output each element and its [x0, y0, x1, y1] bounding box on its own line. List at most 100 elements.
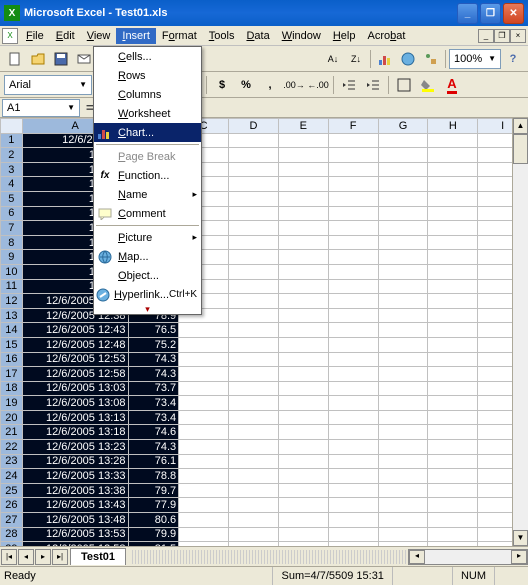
cell[interactable]: 12/6/2005 13:33	[22, 469, 128, 484]
cell[interactable]: 12/6/2005 13:38	[22, 483, 128, 498]
cell[interactable]	[428, 206, 478, 221]
cell[interactable]	[278, 279, 328, 294]
menu-format[interactable]: Format	[156, 28, 203, 44]
col-header-F[interactable]: F	[328, 119, 378, 134]
worksheet-grid[interactable]: ABCDEFGHI112/6/2005 11212/6/20312/6/2041…	[0, 118, 528, 546]
name-box[interactable]: A1▼	[2, 99, 80, 117]
cell[interactable]	[229, 148, 279, 163]
menu-file[interactable]: File	[20, 28, 50, 44]
cell[interactable]	[179, 381, 229, 396]
map-button[interactable]	[397, 48, 419, 70]
row-header[interactable]: 15	[1, 337, 23, 352]
cell[interactable]	[278, 396, 328, 411]
row-header[interactable]: 3	[1, 162, 23, 177]
minimize-button[interactable]: _	[457, 3, 478, 24]
last-sheet-button[interactable]: ▸|	[52, 549, 68, 565]
menu-acrobat[interactable]: Acrobat	[361, 28, 411, 44]
cell[interactable]	[328, 381, 378, 396]
row-header[interactable]: 9	[1, 250, 23, 265]
cell[interactable]	[229, 410, 279, 425]
menu-item-comment[interactable]: Comment	[94, 204, 201, 223]
cell[interactable]	[328, 542, 378, 546]
col-header-G[interactable]: G	[378, 119, 428, 134]
menu-item-worksheet[interactable]: Worksheet	[94, 104, 201, 123]
doc-restore-button[interactable]: ❐	[494, 29, 510, 43]
cell[interactable]	[328, 221, 378, 236]
cell[interactable]	[428, 440, 478, 455]
cell[interactable]	[229, 279, 279, 294]
cell[interactable]	[428, 527, 478, 542]
col-header-E[interactable]: E	[278, 119, 328, 134]
cell[interactable]: 77.9	[128, 498, 179, 513]
cell[interactable]	[229, 133, 279, 148]
cell[interactable]	[179, 367, 229, 382]
menu-tools[interactable]: Tools	[203, 28, 241, 44]
row-header[interactable]: 2	[1, 148, 23, 163]
cell[interactable]	[378, 221, 428, 236]
cell[interactable]	[229, 367, 279, 382]
cell[interactable]	[328, 352, 378, 367]
cell[interactable]	[229, 498, 279, 513]
doc-close-button[interactable]: ×	[510, 29, 526, 43]
cell[interactable]	[328, 425, 378, 440]
scroll-down-button[interactable]: ▼	[513, 530, 528, 546]
comma-button[interactable]: ,	[259, 74, 281, 96]
cell[interactable]	[378, 425, 428, 440]
cell[interactable]: 12/6/2005 13:18	[22, 425, 128, 440]
select-all-corner[interactable]	[1, 119, 23, 134]
fill-color-button[interactable]	[417, 74, 439, 96]
cell[interactable]	[229, 425, 279, 440]
menu-item-rows[interactable]: Rows	[94, 66, 201, 85]
cell[interactable]	[328, 206, 378, 221]
cell[interactable]	[328, 294, 378, 309]
row-header[interactable]: 19	[1, 396, 23, 411]
cell[interactable]	[378, 396, 428, 411]
cell[interactable]	[378, 294, 428, 309]
cell[interactable]	[229, 221, 279, 236]
chart-wizard-button[interactable]	[374, 48, 396, 70]
expand-menu-button[interactable]: ▾	[94, 304, 201, 314]
cell[interactable]	[278, 191, 328, 206]
cell[interactable]	[229, 191, 279, 206]
cell[interactable]	[428, 279, 478, 294]
cell[interactable]: 79.9	[128, 527, 179, 542]
cell[interactable]	[278, 454, 328, 469]
menu-data[interactable]: Data	[240, 28, 275, 44]
cell[interactable]	[229, 177, 279, 192]
cell[interactable]	[179, 410, 229, 425]
cell[interactable]	[278, 498, 328, 513]
cell[interactable]	[278, 162, 328, 177]
cell[interactable]: 73.4	[128, 396, 179, 411]
cell[interactable]	[428, 367, 478, 382]
cell[interactable]	[378, 454, 428, 469]
col-header-H[interactable]: H	[428, 119, 478, 134]
cell[interactable]	[229, 294, 279, 309]
cell[interactable]	[378, 264, 428, 279]
cell[interactable]	[428, 542, 478, 546]
cell[interactable]: 12/6/2005 13:28	[22, 454, 128, 469]
cell[interactable]	[229, 483, 279, 498]
cell[interactable]	[179, 440, 229, 455]
cell[interactable]	[428, 337, 478, 352]
cell[interactable]	[378, 542, 428, 546]
font-color-button[interactable]: A	[441, 74, 463, 96]
cell[interactable]	[229, 542, 279, 546]
cell[interactable]	[328, 250, 378, 265]
decrease-decimal-button[interactable]: ←.00	[307, 74, 329, 96]
row-header[interactable]: 23	[1, 454, 23, 469]
help-button[interactable]: ?	[502, 48, 524, 70]
cell[interactable]: 74.3	[128, 440, 179, 455]
row-header[interactable]: 4	[1, 177, 23, 192]
next-sheet-button[interactable]: ▸	[35, 549, 51, 565]
cell[interactable]: 12/6/2005 12:48	[22, 337, 128, 352]
menu-help[interactable]: Help	[327, 28, 362, 44]
cell[interactable]: 74.6	[128, 425, 179, 440]
cell[interactable]	[378, 133, 428, 148]
cell[interactable]	[278, 206, 328, 221]
cell[interactable]	[328, 235, 378, 250]
menu-item-picture[interactable]: Picture▸	[94, 228, 201, 247]
cell[interactable]	[229, 352, 279, 367]
cell[interactable]	[179, 498, 229, 513]
currency-button[interactable]: $	[211, 74, 233, 96]
cell[interactable]	[179, 542, 229, 546]
